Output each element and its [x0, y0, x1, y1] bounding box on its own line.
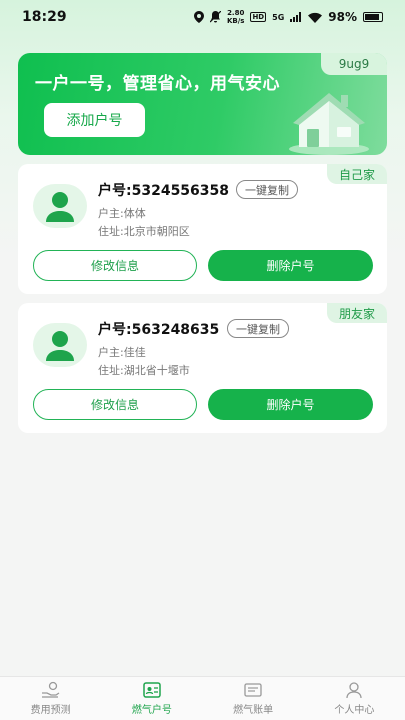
edit-info-button[interactable]: 修改信息: [33, 250, 197, 281]
person-icon: [346, 682, 363, 699]
delete-account-button[interactable]: 删除户号: [208, 389, 373, 420]
battery-percent: 98%: [328, 10, 357, 24]
tab-label: 燃气账单: [233, 705, 274, 716]
delete-account-button[interactable]: 删除户号: [208, 250, 373, 281]
bottom-tab-bar: 费用预测 燃气户号 燃气账单 个人中心: [0, 676, 405, 720]
account-card: 自己家 户号:5324556358 一键复制 户主:体体 住址:北京市朝阳区 修…: [18, 164, 387, 294]
mute-bell-icon: [209, 11, 221, 23]
network-speed: 2.80 KB/s: [226, 9, 245, 25]
edit-info-button[interactable]: 修改信息: [33, 389, 197, 420]
location-icon: [193, 11, 204, 23]
id-card-icon: [143, 682, 161, 698]
add-account-button[interactable]: 添加户号: [44, 103, 145, 137]
copy-button[interactable]: 一键复制: [236, 180, 298, 199]
account-number: 户号:563248635: [98, 322, 220, 338]
bill-icon: [244, 683, 262, 697]
house-icon: [289, 93, 369, 155]
tab-gas-bill[interactable]: 燃气账单: [203, 677, 304, 720]
account-number: 户号:5324556358: [98, 183, 230, 199]
person-avatar-icon: [46, 331, 74, 361]
tab-profile[interactable]: 个人中心: [304, 677, 405, 720]
person-avatar-icon: [46, 192, 74, 222]
tab-label: 燃气户号: [131, 705, 172, 716]
promo-banner: 9ug9 一户一号，管理省心，用气安心 添加户号: [18, 53, 387, 155]
tab-cost-forecast[interactable]: 费用预测: [0, 677, 101, 720]
banner-slogan: 一户一号，管理省心，用气安心: [35, 74, 280, 94]
status-icons: 2.80 KB/s HD 5G 98%: [193, 9, 383, 25]
tab-label: 个人中心: [334, 705, 375, 716]
network-type: 5G: [272, 12, 285, 22]
owner-name: 户主:佳佳: [98, 346, 146, 359]
status-bar: 18:29 2.80 KB/s HD 5G 98%: [0, 0, 405, 34]
avatar: [33, 323, 87, 367]
hd-badge: HD: [250, 12, 267, 22]
wifi-icon: [308, 12, 323, 23]
account-tag: 自己家: [327, 164, 387, 184]
owner-name: 户主:体体: [98, 207, 146, 220]
account-address: 住址:湖北省十堰市: [98, 364, 190, 377]
tab-gas-account[interactable]: 燃气户号: [101, 677, 202, 720]
account-tag: 朋友家: [327, 303, 387, 323]
battery-icon: [363, 12, 383, 22]
account-card: 朋友家 户号:563248635 一键复制 户主:佳佳 住址:湖北省十堰市 修改…: [18, 303, 387, 433]
avatar: [33, 184, 87, 228]
status-time: 18:29: [22, 9, 67, 25]
banner-tag: 9ug9: [321, 53, 387, 75]
account-address: 住址:北京市朝阳区: [98, 225, 190, 238]
tab-label: 费用预测: [30, 705, 71, 716]
hand-coin-icon: [41, 681, 59, 698]
copy-button[interactable]: 一键复制: [227, 319, 289, 338]
signal-icon: [290, 12, 302, 22]
